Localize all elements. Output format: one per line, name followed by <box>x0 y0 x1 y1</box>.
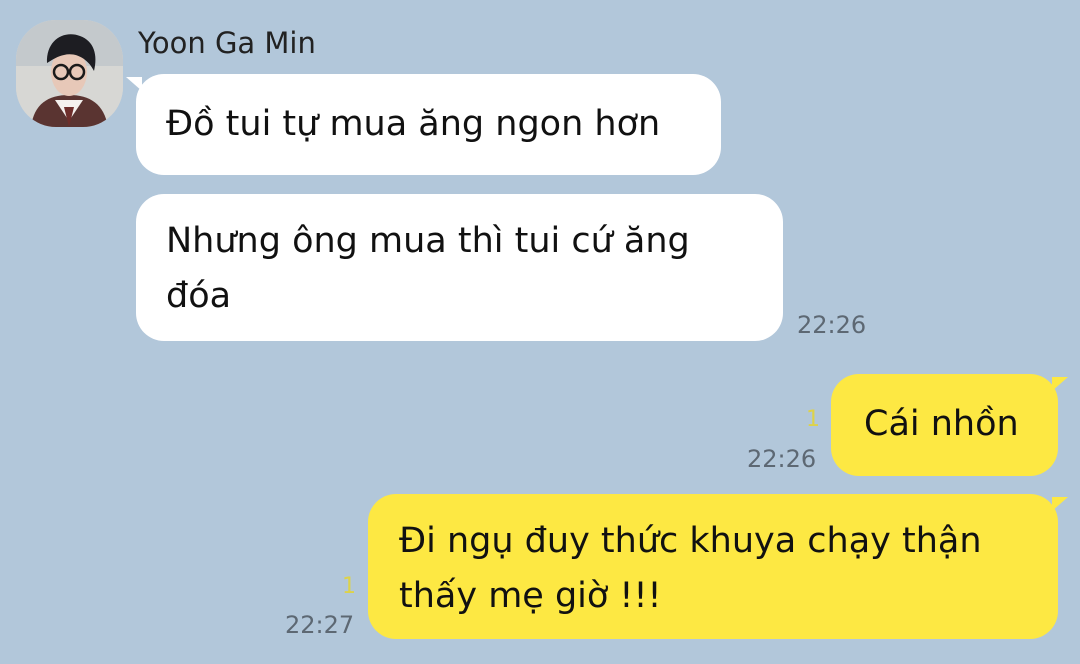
profile-photo-avatar-icon <box>16 20 123 127</box>
incoming-message-bubble[interactable]: Nhưng ông mua thì tui cứ ăng đóa <box>136 194 783 341</box>
message-text: Đi ngụ đuy thức khuya chạy thận thấy mẹ … <box>399 521 982 616</box>
contact-name: Yoon Ga Min <box>138 26 316 60</box>
message-text: Cái nhồn <box>864 404 1019 444</box>
incoming-message-bubble[interactable]: Đồ tui tự mua ăng ngon hơn <box>126 74 721 175</box>
outgoing-bubble-tail <box>1052 497 1068 511</box>
unread-count: 1 <box>342 574 356 599</box>
outgoing-message-bubble[interactable]: Cái nhồn <box>831 374 1068 476</box>
message-text: Nhưng ông mua thì tui cứ ăng đóa <box>166 221 690 316</box>
message-timestamp: 22:26 <box>797 311 867 339</box>
unread-count: 1 <box>806 407 820 432</box>
message-timestamp: 22:27 <box>285 611 355 639</box>
outgoing-message-bubble[interactable]: Đi ngụ đuy thức khuya chạy thận thấy mẹ … <box>368 494 1068 639</box>
chat-room: Yoon Ga Min Đồ tui tự mua ăng ngon hơn N… <box>0 0 1080 664</box>
contact-avatar[interactable] <box>16 20 123 127</box>
message-timestamp: 22:26 <box>747 445 817 473</box>
outgoing-bubble-tail <box>1052 377 1068 391</box>
message-text: Đồ tui tự mua ăng ngon hơn <box>166 104 661 144</box>
incoming-bubble-tail <box>126 77 142 91</box>
